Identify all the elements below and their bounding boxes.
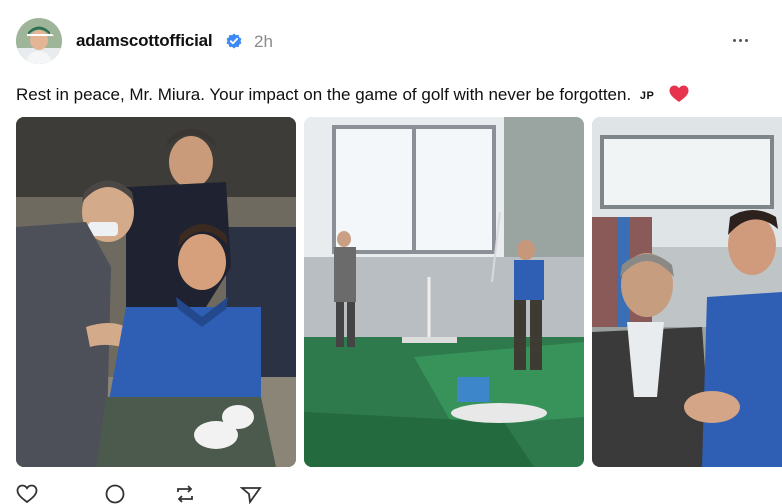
photo-golfer-with-elder <box>16 117 296 467</box>
post-photo-2[interactable] <box>304 117 584 467</box>
repost-icon[interactable] <box>174 484 196 504</box>
threads-post: adamscottofficial 2h Rest in peace, Mr. … <box>0 0 782 504</box>
heart-icon <box>669 85 689 102</box>
post-photo-3[interactable] <box>592 117 782 467</box>
post-caption: Rest in peace, Mr. Miura. Your impact on… <box>16 85 689 105</box>
share-icon[interactable] <box>240 484 262 504</box>
comment-icon[interactable] <box>104 484 126 504</box>
author-avatar[interactable] <box>16 18 62 64</box>
photo-handshake <box>592 117 782 467</box>
like-icon[interactable] <box>16 484 38 504</box>
verified-badge-icon <box>226 33 242 49</box>
caption-text: Rest in peace, Mr. Miura. Your impact on… <box>16 85 632 104</box>
author-username[interactable]: adamscottofficial <box>76 31 213 51</box>
avatar-photo <box>16 18 62 64</box>
photo-indoor-swing <box>304 117 584 467</box>
more-options-icon[interactable] <box>730 32 752 48</box>
post-photo-1[interactable] <box>16 117 296 467</box>
post-timestamp[interactable]: 2h <box>254 32 273 52</box>
flag-jp: JP <box>639 90 655 102</box>
